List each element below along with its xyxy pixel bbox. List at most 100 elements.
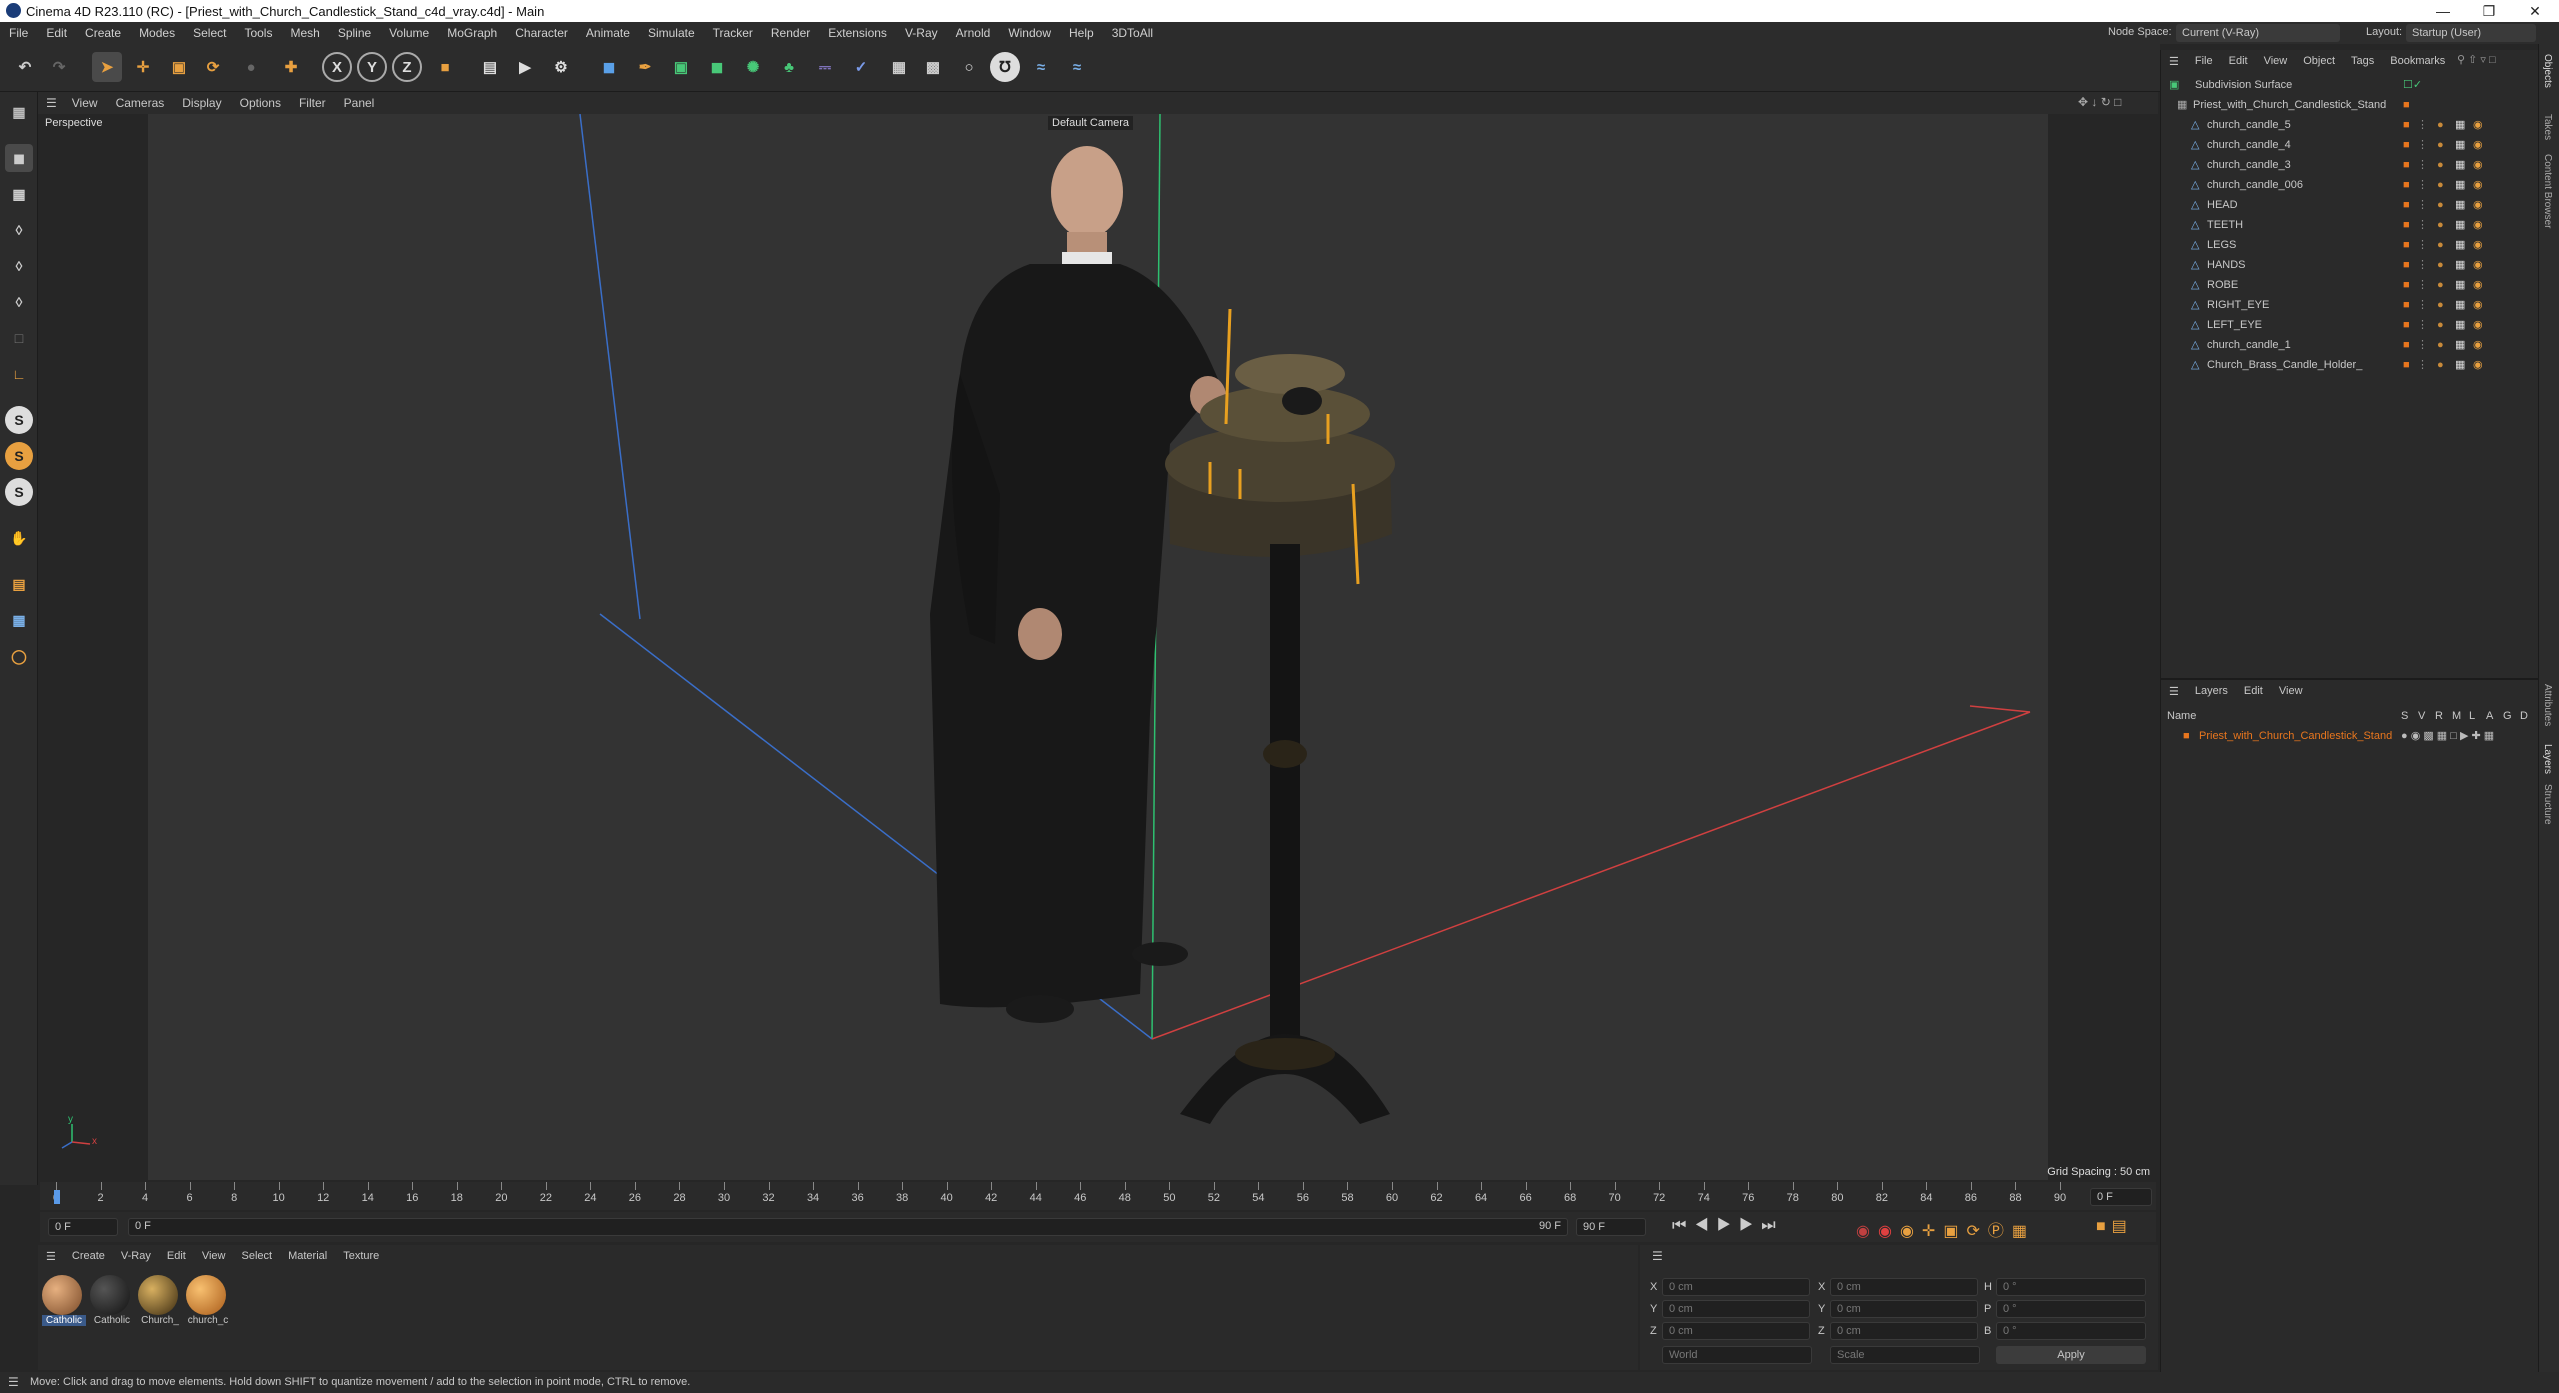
phong-tag-icon[interactable]: ◉ <box>2473 355 2483 375</box>
uvw-tag-icon[interactable]: ▦ <box>2455 135 2465 155</box>
object-row[interactable]: △ RIGHT_EYE ■ ⋮ ● ▦ ◉ <box>2161 295 2539 315</box>
menu-tracker[interactable]: Tracker <box>704 26 762 40</box>
object-hamburger-icon[interactable]: ☰ <box>2161 55 2187 68</box>
menu-extensions[interactable]: Extensions <box>819 26 896 40</box>
material-tag-icon[interactable]: ● <box>2437 315 2444 335</box>
material-hamburger-icon[interactable]: ☰ <box>38 1250 64 1263</box>
material-tag-icon[interactable]: ● <box>2437 115 2444 135</box>
coord-hamburger-icon[interactable]: ☰ <box>1652 1249 1663 1263</box>
z-axis-icon[interactable]: Z <box>392 52 422 82</box>
layer-tag-icon[interactable]: ■ <box>2403 135 2410 155</box>
menu-mesh[interactable]: Mesh <box>281 26 328 40</box>
side-tab-attributes[interactable]: Attributes <box>2542 684 2553 726</box>
uv-mode-icon[interactable]: □ <box>5 324 33 352</box>
uvw-tag-icon[interactable]: ▦ <box>2455 115 2465 135</box>
locked-workplane-icon[interactable]: ◯ <box>5 642 33 670</box>
param-key-icon[interactable]: Ⓟ <box>1988 1223 2012 1240</box>
timeline-icon[interactable]: ▤ <box>2112 1218 2133 1235</box>
start-frame-field[interactable]: 0 F <box>48 1218 118 1236</box>
size-y-field[interactable]: 0 cm <box>1830 1300 1978 1318</box>
layer-menu-view[interactable]: View <box>2271 685 2311 697</box>
object-menu-object[interactable]: Object <box>2295 55 2343 67</box>
keyframe-icon[interactable]: ◉ <box>1900 1223 1922 1240</box>
menu-vray[interactable]: V-Ray <box>896 26 947 40</box>
layer-flags-icons[interactable]: ● ◉ ▩ ▦ □ ▶ ✚ ▦ <box>2401 726 2494 746</box>
model-mode-icon[interactable]: ◼ <box>5 144 33 172</box>
phong-tag-icon[interactable]: ◉ <box>2473 115 2483 135</box>
move-key-icon[interactable]: ✛ <box>1922 1223 1943 1240</box>
object-row[interactable]: △ HEAD ■ ⋮ ● ▦ ◉ <box>2161 195 2539 215</box>
menu-file[interactable]: File <box>0 26 37 40</box>
uvw-tag-icon[interactable]: ▦ <box>2455 295 2465 315</box>
live-select-icon[interactable]: ● <box>236 52 266 82</box>
phong-tag-icon[interactable]: ◉ <box>2473 295 2483 315</box>
material-swatch[interactable]: Catholic <box>90 1275 132 1329</box>
menu-mograph[interactable]: MoGraph <box>438 26 506 40</box>
python-icon[interactable]: ≈ <box>1026 52 1056 82</box>
visibility-dots-icon[interactable]: ⋮ <box>2417 275 2428 295</box>
tweak-icon[interactable]: ✋ <box>5 524 33 552</box>
material-menu-select[interactable]: Select <box>234 1250 281 1262</box>
pen-spline-icon[interactable]: ✒ <box>630 52 660 82</box>
uvw-tag-icon[interactable]: ▦ <box>2455 155 2465 175</box>
object-row[interactable]: △ church_candle_5 ■ ⋮ ● ▦ ◉ <box>2161 115 2539 135</box>
material-swatch[interactable]: Church_ <box>138 1275 180 1329</box>
record-controls[interactable]: ◉◉◉✛▣⟳Ⓟ▦ <box>1856 1217 2035 1241</box>
snap-settings-icon[interactable]: S <box>5 442 33 470</box>
pla-key-icon[interactable]: ▦ <box>2012 1223 2035 1240</box>
redo-icon[interactable]: ↷ <box>44 52 74 82</box>
coord-mode-select[interactable]: Scale <box>1830 1346 1980 1364</box>
side-tab-layers[interactable]: Layers <box>2542 744 2553 774</box>
layer-tag-icon[interactable]: ■ <box>2403 95 2410 115</box>
phong-tag-icon[interactable]: ◉ <box>2473 315 2483 335</box>
layer-tag-icon[interactable]: ■ <box>2403 275 2410 295</box>
object-menu-view[interactable]: View <box>2256 55 2296 67</box>
autokey-icon[interactable]: ◉ <box>1878 1223 1900 1240</box>
viewport-menu-cameras[interactable]: Cameras <box>107 96 174 110</box>
3d-viewport[interactable]: Perspective Default Camera Grid Spacing … <box>40 114 2156 1180</box>
visibility-dots-icon[interactable]: ⋮ <box>2417 115 2428 135</box>
layer-color-icon[interactable]: ■ <box>2183 726 2190 746</box>
scale-icon[interactable]: ▣ <box>164 52 194 82</box>
layer-tag-icon[interactable]: ■ <box>2403 175 2410 195</box>
phong-tag-icon[interactable]: ◉ <box>2473 155 2483 175</box>
end-frame-field[interactable]: 90 F <box>1576 1218 1646 1236</box>
cloner-icon[interactable]: ✺ <box>738 52 768 82</box>
menu-help[interactable]: Help <box>1060 26 1103 40</box>
visibility-dots-icon[interactable]: ⋮ <box>2417 175 2428 195</box>
uvw-tag-icon[interactable]: ▦ <box>2455 175 2465 195</box>
layer-tag-icon[interactable]: ■ <box>2403 335 2410 355</box>
visibility-dots-icon[interactable]: ⋮ <box>2417 195 2428 215</box>
material-menu-texture[interactable]: Texture <box>335 1250 387 1262</box>
menu-create[interactable]: Create <box>76 26 130 40</box>
material-tag-icon[interactable]: ● <box>2437 335 2444 355</box>
phong-tag-icon[interactable]: ◉ <box>2473 175 2483 195</box>
layer-tag-icon[interactable]: ■ <box>2403 295 2410 315</box>
points-mode-icon[interactable]: ◊ <box>5 216 33 244</box>
deformer-icon[interactable]: ⎓ <box>810 52 840 82</box>
visibility-dots-icon[interactable]: ⋮ <box>2417 215 2428 235</box>
visibility-dots-icon[interactable]: ⋮ <box>2417 355 2428 375</box>
minimize-icon[interactable]: — <box>2420 0 2466 22</box>
pos-y-field[interactable]: 0 cm <box>1662 1300 1810 1318</box>
polygons-mode-icon[interactable]: ◊ <box>5 288 33 316</box>
menu-modes[interactable]: Modes <box>130 26 184 40</box>
light-icon[interactable]: ○ <box>954 52 984 82</box>
maximize-icon[interactable]: ❐ <box>2466 0 2512 22</box>
side-tab-objects[interactable]: Objects <box>2542 54 2553 88</box>
menu-window[interactable]: Window <box>999 26 1060 40</box>
layer-tag-icon[interactable]: ■ <box>2403 155 2410 175</box>
size-z-field[interactable]: 0 cm <box>1830 1322 1978 1340</box>
menu-edit[interactable]: Edit <box>37 26 76 40</box>
pos-z-field[interactable]: 0 cm <box>1662 1322 1810 1340</box>
select-arrow-icon[interactable]: ➤ <box>92 52 122 82</box>
viewport-menu-view[interactable]: View <box>63 96 107 110</box>
visibility-dots-icon[interactable]: ⋮ <box>2417 235 2428 255</box>
timeline-playhead[interactable] <box>54 1190 60 1204</box>
workplane-icon[interactable]: ▤ <box>5 570 33 598</box>
layout-select[interactable]: Startup (User) <box>2406 24 2536 42</box>
visibility-dots-icon[interactable]: ⋮ <box>2417 255 2428 275</box>
menu-animate[interactable]: Animate <box>577 26 639 40</box>
viewport-hamburger-icon[interactable]: ☰ <box>38 96 63 110</box>
playback-controls[interactable]: ⏮◀▶▶⏭ <box>1672 1217 1784 1235</box>
